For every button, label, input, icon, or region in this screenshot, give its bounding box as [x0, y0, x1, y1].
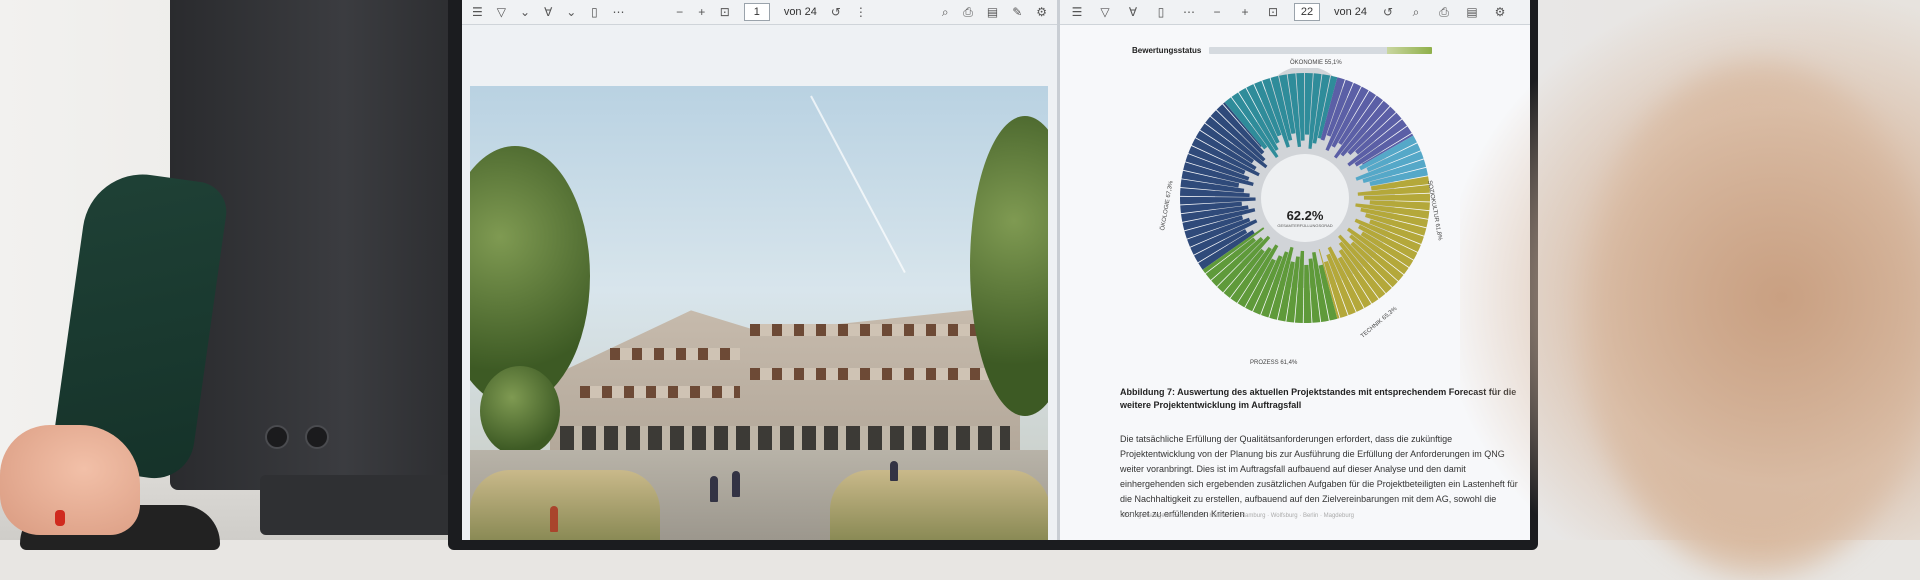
window-row — [610, 348, 740, 360]
center-percentage: 62.2% — [1286, 208, 1324, 223]
status-bar-fill — [1387, 46, 1432, 54]
reset-button[interactable] — [305, 425, 329, 449]
chevron-down-icon[interactable]: ⌄ — [566, 5, 576, 19]
person-figure — [890, 461, 898, 481]
menu-icon[interactable]: ☰ — [472, 5, 483, 19]
more-icon[interactable]: ⋯ — [612, 5, 624, 19]
plus-icon[interactable]: + — [698, 5, 706, 19]
pdf-viewer-left: ☰ ▽ ⌄ ∀ ⌄ ▯ ⋯ − + ⊡ 1 von 24 ↺ ⋮ ⌕ ⎙ ▤ ✎… — [462, 0, 1060, 540]
sector-label-oekonomie: ÖKONOMIE 55,1% — [1290, 60, 1342, 66]
plus-icon[interactable]: + — [1238, 5, 1252, 19]
book-icon[interactable]: ▯ — [1154, 5, 1168, 19]
window-row — [750, 324, 1010, 336]
rotate-icon[interactable]: ↺ — [1381, 5, 1395, 19]
shrubs-left — [470, 470, 660, 540]
more-icon[interactable]: ⋯ — [1182, 5, 1196, 19]
person-hand — [0, 425, 140, 535]
chart-center-disc — [1261, 154, 1349, 242]
more-icon[interactable]: ⋮ — [855, 5, 867, 19]
save-icon[interactable]: ▤ — [987, 5, 998, 19]
shrubs-right — [830, 470, 1048, 540]
evaluation-status: Bewertungsstatus — [1132, 44, 1432, 56]
monitor-screen: ☰ ▽ ⌄ ∀ ⌄ ▯ ⋯ − + ⊡ 1 von 24 ↺ ⋮ ⌕ ⎙ ▤ ✎… — [462, 0, 1530, 540]
chevron-down-icon[interactable]: ⌄ — [520, 5, 530, 19]
status-label: Bewertungsstatus — [1132, 45, 1202, 55]
mouse-scroll-wheel[interactable] — [55, 510, 65, 526]
draw-icon[interactable]: ∀ — [544, 5, 552, 19]
highlighter-icon[interactable]: ▽ — [497, 5, 506, 19]
highlighter-icon[interactable]: ▽ — [1098, 5, 1112, 19]
architectural-rendering — [470, 86, 1048, 540]
draw-icon[interactable]: ∀ — [1126, 5, 1140, 19]
page-number-input[interactable]: 1 — [743, 3, 770, 21]
print-icon[interactable]: ⎙ — [1437, 5, 1451, 20]
sector-label-prozess: PROZESS 61,4% — [1250, 360, 1298, 366]
tree-left-small — [480, 366, 560, 456]
rotate-icon[interactable]: ↺ — [831, 5, 841, 19]
foreground-blur — [1460, 0, 1920, 540]
contrail — [810, 95, 906, 274]
pdf-toolbar-left: ☰ ▽ ⌄ ∀ ⌄ ▯ ⋯ − + ⊡ 1 von 24 ↺ ⋮ ⌕ ⎙ ▤ ✎… — [462, 0, 1057, 25]
menu-icon[interactable]: ☰ — [1070, 5, 1084, 19]
print-icon[interactable]: ⎙ — [963, 5, 973, 20]
search-icon[interactable]: ⌕ — [1409, 5, 1423, 20]
sector-label-oekologie: ÖKOLOGIE 67,3% — [1160, 180, 1175, 232]
page-total: von 24 — [783, 6, 817, 18]
fit-page-icon[interactable]: ⊡ — [1266, 5, 1280, 19]
window-row — [750, 368, 1010, 380]
chart-center-value: 62.2% GESAMTERFÜLLUNGSGRAD — [1265, 208, 1345, 228]
page-total: von 24 — [1334, 6, 1368, 18]
keyboard — [260, 475, 460, 535]
book-icon[interactable]: ▯ — [590, 5, 598, 19]
page-number-input[interactable]: 22 — [1294, 3, 1320, 21]
window-row — [580, 386, 740, 398]
status-bar — [1209, 46, 1432, 54]
radial-evaluation-chart — [1180, 68, 1430, 323]
window-row — [560, 426, 1010, 452]
fit-page-icon[interactable]: ⊡ — [720, 5, 730, 19]
person-figure — [550, 506, 558, 532]
edit-icon[interactable]: ✎ — [1012, 5, 1022, 19]
person-figure — [732, 471, 740, 497]
center-sublabel: GESAMTERFÜLLUNGSGRAD — [1277, 223, 1333, 228]
person-figure — [710, 476, 718, 502]
minus-icon[interactable]: − — [1210, 5, 1224, 19]
power-button[interactable] — [265, 425, 289, 449]
settings-icon[interactable]: ⚙ — [1036, 5, 1047, 19]
minus-icon[interactable]: − — [676, 5, 684, 19]
search-icon[interactable]: ⌕ — [941, 5, 949, 20]
